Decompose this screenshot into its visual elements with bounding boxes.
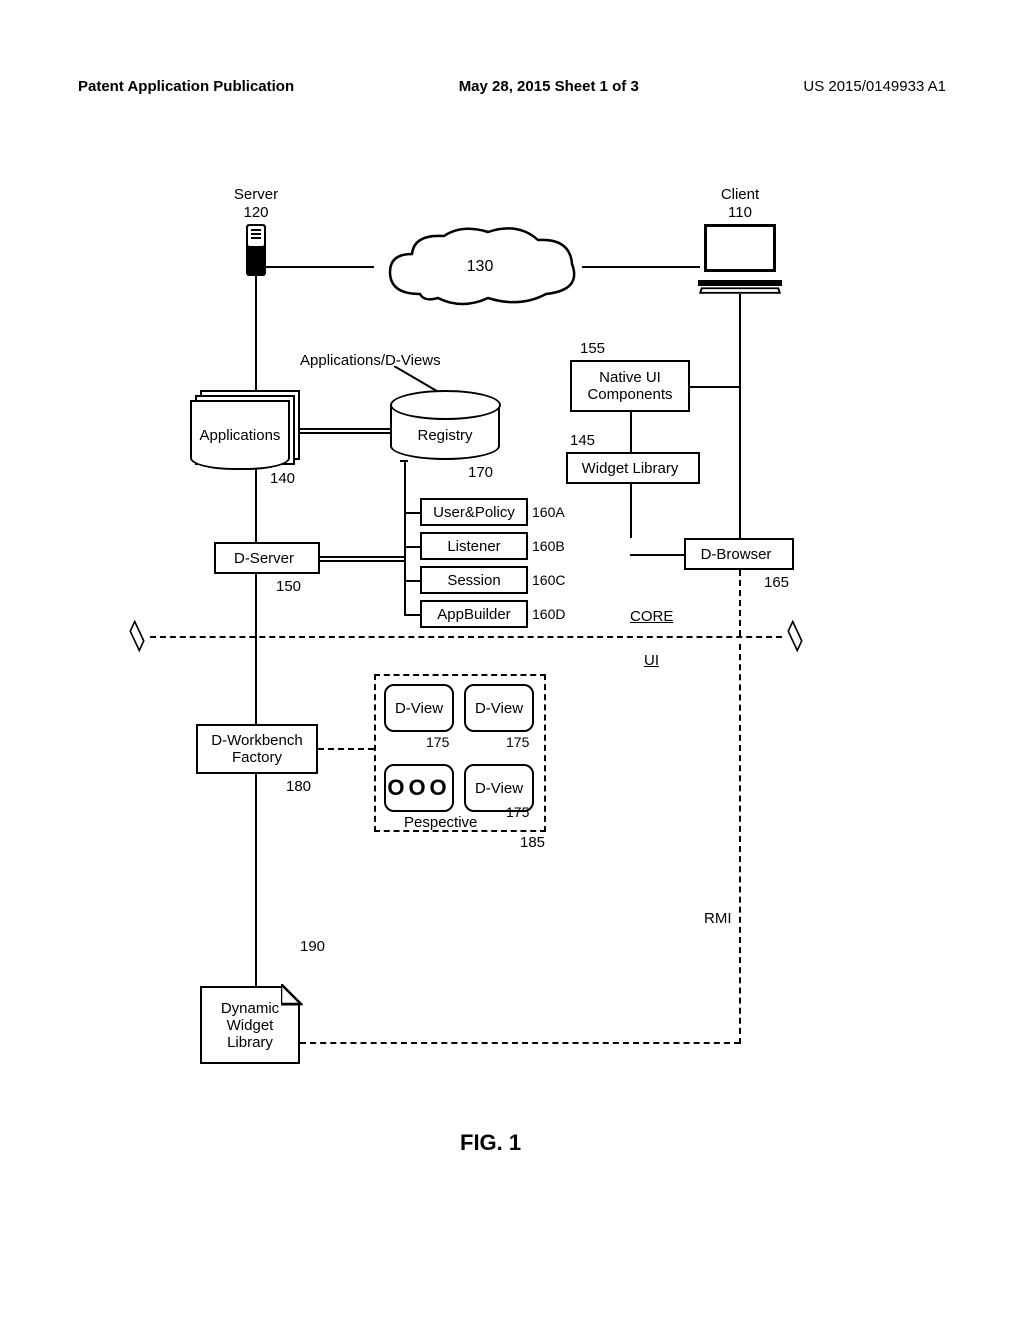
- d-server-box: D-Server: [214, 542, 314, 574]
- dyn-widget-ref: 190: [300, 938, 325, 955]
- d-view-1: D-View: [384, 684, 454, 732]
- native-ui-ref: 155: [580, 340, 605, 357]
- d-workbench-ref: 180: [286, 778, 311, 795]
- d-view-2: D-View: [464, 684, 534, 732]
- diamond-left: [129, 620, 144, 653]
- server-icon: [246, 224, 266, 276]
- d-view-2-ref: 175: [506, 734, 529, 750]
- header-center: May 28, 2015 Sheet 1 of 3: [459, 78, 639, 95]
- server-label: Server: [226, 186, 286, 203]
- widget-library-box: Widget Library: [566, 452, 694, 484]
- core-ui-divider: [150, 636, 782, 638]
- d-view-3-ref: 175: [506, 804, 529, 820]
- applications-text: Applications: [200, 427, 281, 444]
- d-browser-box: D-Browser: [684, 538, 788, 570]
- listener-ref: 160B: [532, 538, 565, 554]
- user-policy-ref: 160A: [532, 504, 565, 520]
- applications-ref: 140: [270, 470, 295, 487]
- dogear-fold: [281, 984, 303, 1006]
- client-monitor-icon: [698, 224, 782, 294]
- d-view-more: OOO: [384, 764, 454, 812]
- appbuilder-box: AppBuilder: [420, 600, 528, 628]
- native-ui-box: Native UI Components: [570, 360, 690, 412]
- cloud-network: 130: [370, 220, 590, 314]
- server-ref: 120: [226, 204, 286, 221]
- diamond-right: [787, 620, 802, 653]
- registry-cylinder: Registry: [390, 404, 500, 460]
- user-policy-box: User&Policy: [420, 498, 528, 526]
- widget-lib-ref: 145: [570, 432, 595, 449]
- applications-stack: Applications: [190, 390, 300, 470]
- listener-box: Listener: [420, 532, 528, 560]
- d-workbench-box: D-Workbench Factory: [196, 724, 318, 774]
- d-server-ref: 150: [276, 578, 301, 595]
- d-browser-ref: 165: [764, 574, 789, 591]
- appbuilder-ref: 160D: [532, 606, 565, 622]
- session-box: Session: [420, 566, 528, 594]
- perspective-label: Pespective: [404, 814, 477, 831]
- ui-label: UI: [644, 652, 659, 669]
- header-right: US 2015/0149933 A1: [803, 78, 946, 95]
- rmi-label: RMI: [704, 910, 732, 927]
- client-label: Client: [710, 186, 770, 203]
- page-header: Patent Application Publication May 28, 2…: [0, 78, 1024, 95]
- cloud-ref: 130: [467, 258, 494, 276]
- client-ref: 110: [710, 204, 770, 221]
- core-label: CORE: [630, 608, 673, 625]
- session-ref: 160C: [532, 572, 565, 588]
- registry-ref: 170: [468, 464, 493, 481]
- header-left: Patent Application Publication: [78, 78, 294, 95]
- registry-text: Registry: [417, 427, 472, 444]
- perspective-ref: 185: [520, 834, 545, 851]
- figure-label: FIG. 1: [460, 1130, 521, 1156]
- d-view-1-ref: 175: [426, 734, 449, 750]
- figure-1-diagram: Server 120 Client 110 130 Applications/D…: [140, 170, 880, 1130]
